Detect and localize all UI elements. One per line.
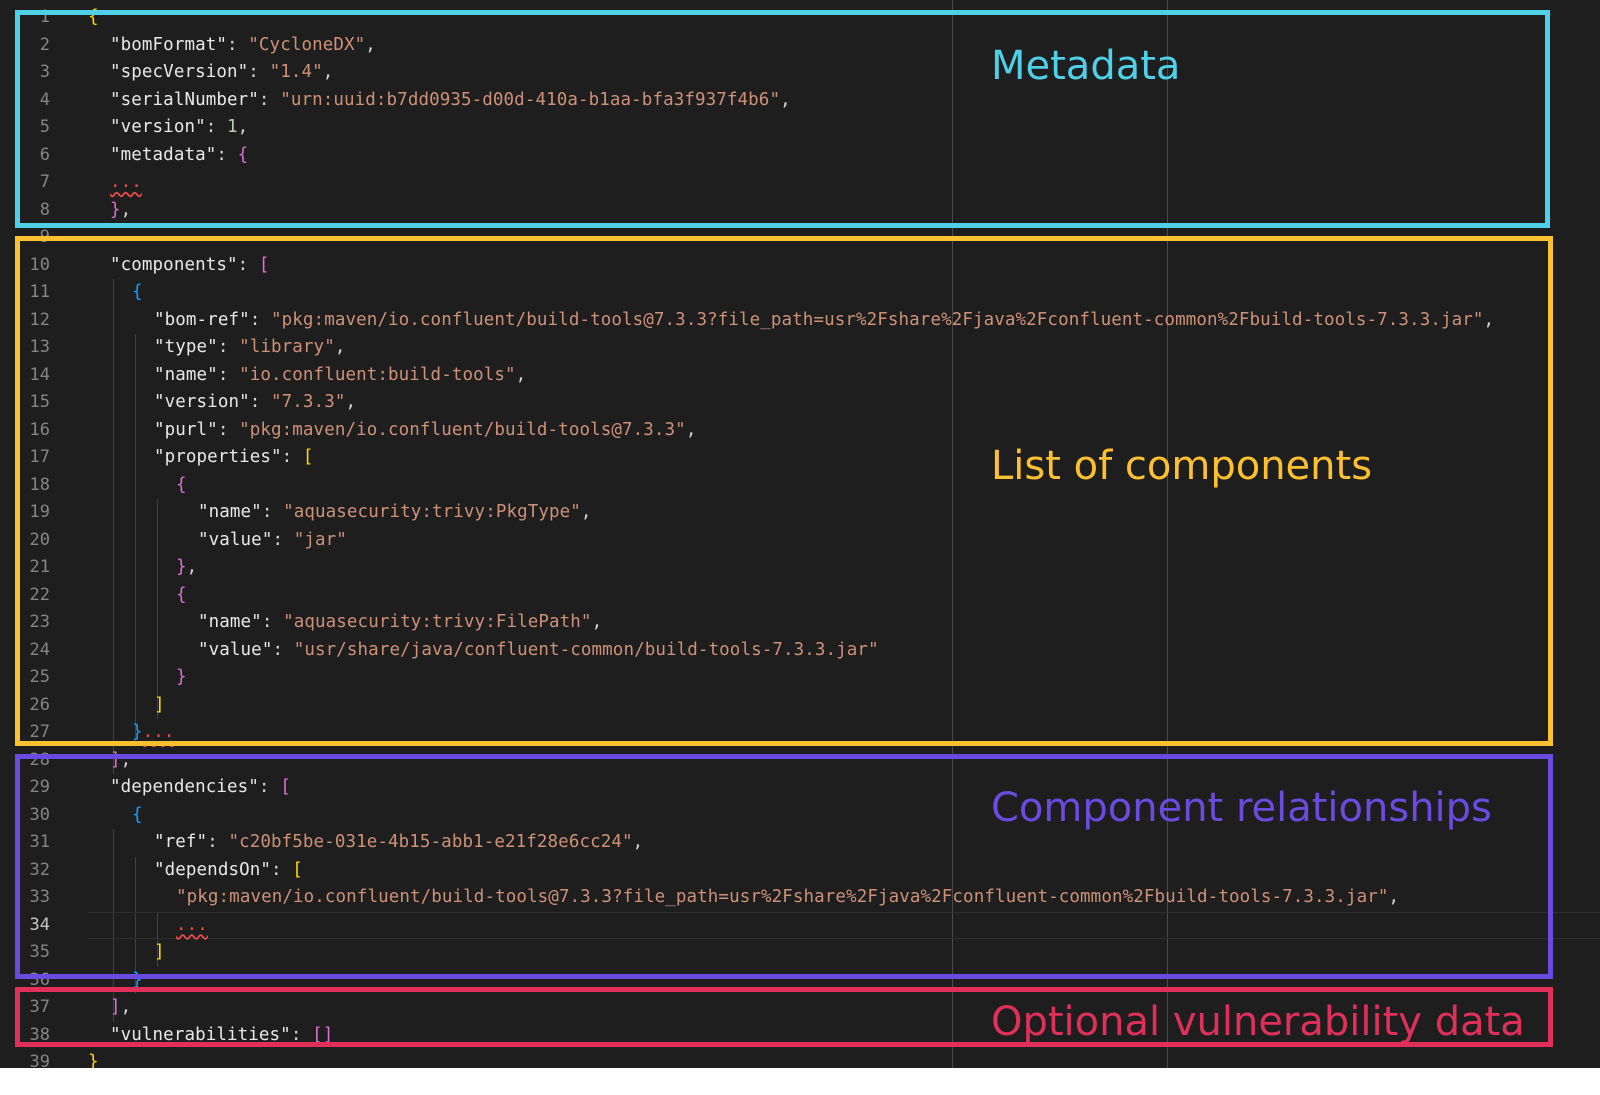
code-line[interactable]: 39} xyxy=(0,1049,1600,1068)
components-highlight-box xyxy=(15,236,1553,746)
code-token: } xyxy=(88,1052,99,1068)
vulnerabilities-label: Optional vulnerability data xyxy=(991,999,1525,1045)
relationships-label: Component relationships xyxy=(991,785,1492,831)
components-label: List of components xyxy=(991,443,1373,489)
code-text: } xyxy=(88,1049,99,1068)
metadata-label: Metadata xyxy=(991,43,1181,89)
line-number: 39 xyxy=(29,1052,50,1068)
metadata-highlight-box xyxy=(15,10,1550,228)
